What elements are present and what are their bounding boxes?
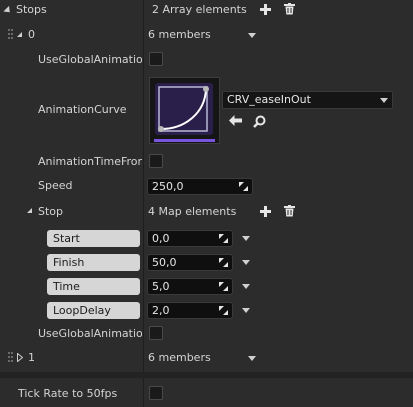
element1-drag-handle-icon[interactable] xyxy=(8,352,14,364)
use-global-animation-time-checkbox[interactable] xyxy=(149,326,163,340)
stop-start-options-icon[interactable] xyxy=(242,236,250,241)
use-global-animation-curve-label: UseGlobalAnimationC xyxy=(38,53,142,66)
column-divider xyxy=(143,0,144,372)
stop-value-finish-input[interactable]: 50,0 xyxy=(147,254,233,271)
animation-curve-label: AnimationCurve xyxy=(38,103,127,116)
animation-curve-asset-name: CRV_easeInOut xyxy=(227,93,311,106)
stop-value-start: 0,0 xyxy=(152,232,170,245)
animation-time-from-checkbox[interactable] xyxy=(149,154,163,168)
stop-key-start[interactable]: Start xyxy=(47,230,140,247)
stop-key-loopdelay[interactable]: LoopDelay xyxy=(47,302,140,319)
element0-index: 0 xyxy=(28,28,35,41)
stop-finish-drag-resize-icon[interactable] xyxy=(219,258,228,267)
element1-index: 1 xyxy=(28,351,35,364)
speed-drag-resize-icon[interactable] xyxy=(239,182,248,191)
stops-clear-trash-icon[interactable] xyxy=(284,3,295,15)
stops-expand-arrow-icon[interactable] xyxy=(3,5,13,16)
element0-drag-handle-icon[interactable] xyxy=(8,29,14,41)
stop-loopdelay-drag-resize-icon[interactable] xyxy=(219,306,228,315)
curve-asset-type-bar xyxy=(154,139,215,142)
curve-preview xyxy=(155,83,213,135)
stop-clear-trash-icon[interactable] xyxy=(284,205,295,217)
section-separator xyxy=(0,372,413,378)
stop-key-time[interactable]: Time xyxy=(47,278,140,295)
stop-time-drag-resize-icon[interactable] xyxy=(219,282,228,291)
stop-key-finish[interactable]: Finish xyxy=(47,254,140,271)
animation-time-from-label: AnimationTimeFromS xyxy=(38,155,142,168)
ease-curve-icon xyxy=(158,86,209,132)
stop-value-loopdelay: 2,0 xyxy=(152,304,170,317)
stops-label: Stops xyxy=(16,3,47,16)
use-global-animation-time-label: UseGlobalAnimationT xyxy=(38,327,142,340)
use-global-animation-curve-checkbox[interactable] xyxy=(149,52,163,66)
stops-count: 2 Array elements xyxy=(152,3,247,16)
stop-value-start-input[interactable]: 0,0 xyxy=(147,230,233,247)
use-selected-asset-arrow-icon[interactable] xyxy=(229,115,242,126)
details-panel: Stops 2 Array elements 0 6 members UseGl… xyxy=(0,0,413,407)
stops-add-element-icon[interactable] xyxy=(260,4,271,15)
stop-count: 4 Map elements xyxy=(148,205,237,218)
element0-members: 6 members xyxy=(148,28,211,41)
stop-value-loopdelay-input[interactable]: 2,0 xyxy=(147,302,233,319)
browse-asset-magnifier-icon[interactable] xyxy=(253,115,266,128)
element1-collapsed-arrow-icon[interactable] xyxy=(17,353,23,362)
tick-rate-label: Tick Rate to 50fps xyxy=(18,387,118,400)
stop-add-entry-icon[interactable] xyxy=(260,206,271,217)
stop-time-options-icon[interactable] xyxy=(242,284,250,289)
element1-dropdown-arrow-icon[interactable] xyxy=(248,356,256,361)
stop-label: Stop xyxy=(38,205,64,218)
stop-value-time: 5,0 xyxy=(152,280,170,293)
column-divider-bottom xyxy=(143,378,144,407)
stop-loopdelay-options-icon[interactable] xyxy=(242,308,250,313)
stop-value-finish: 50,0 xyxy=(152,256,177,269)
speed-value: 250,0 xyxy=(152,180,184,193)
asset-picker-dropdown-icon[interactable] xyxy=(380,98,388,103)
stop-value-time-input[interactable]: 5,0 xyxy=(147,278,233,295)
stop-expand-arrow-icon[interactable] xyxy=(27,208,32,213)
animation-curve-thumbnail[interactable] xyxy=(149,77,220,144)
tick-rate-checkbox[interactable] xyxy=(149,386,163,400)
element1-members: 6 members xyxy=(148,351,211,364)
element0-dropdown-arrow-icon[interactable] xyxy=(248,33,256,38)
speed-input[interactable]: 250,0 xyxy=(147,178,253,195)
stop-finish-options-icon[interactable] xyxy=(242,260,250,265)
speed-label: Speed xyxy=(38,179,73,192)
stop-start-drag-resize-icon[interactable] xyxy=(219,234,228,243)
element0-expand-arrow-icon[interactable] xyxy=(17,32,22,37)
animation-curve-asset-picker[interactable]: CRV_easeInOut xyxy=(222,91,393,109)
